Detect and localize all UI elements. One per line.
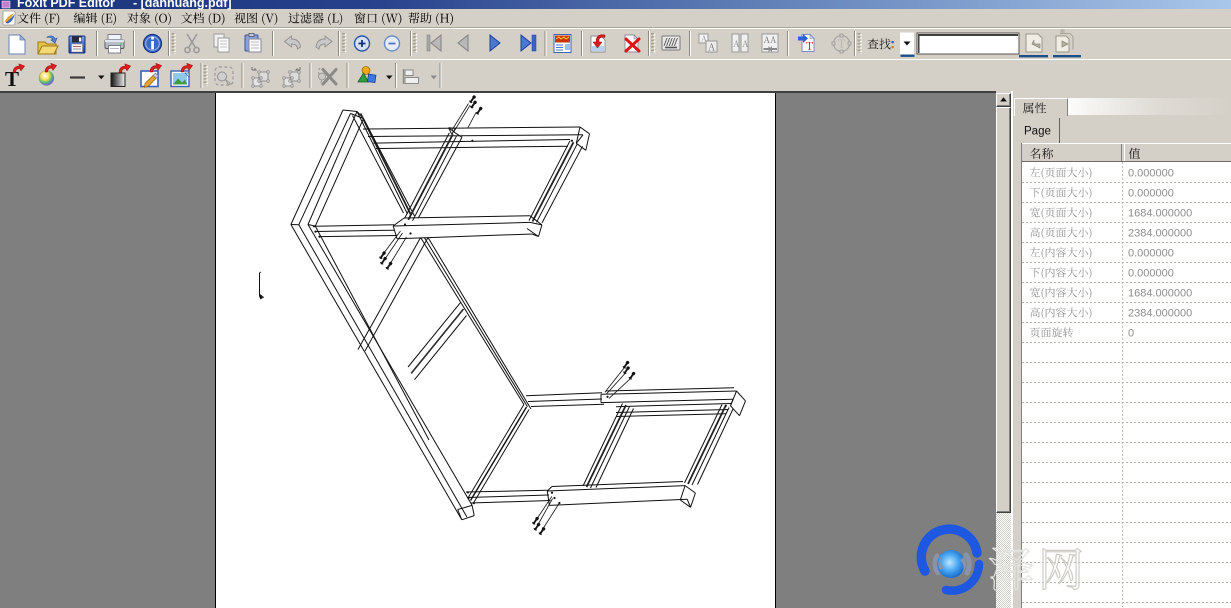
- svg-text:1684.000000: 1684.000000: [1128, 208, 1192, 220]
- svg-text:0.000000: 0.000000: [1128, 248, 1174, 260]
- svg-text:2384.000000: 2384.000000: [1128, 228, 1192, 240]
- svg-text:0.000000: 0.000000: [1128, 168, 1174, 180]
- svg-text:0.000000: 0.000000: [1128, 188, 1174, 200]
- svg-text:0.000000: 0.000000: [1128, 268, 1174, 280]
- svg-text:2384.000000: 2384.000000: [1128, 308, 1192, 320]
- svg-text:Page: Page: [1024, 126, 1051, 138]
- svg-text:1684.000000: 1684.000000: [1128, 288, 1192, 300]
- svg-text:0: 0: [1128, 328, 1134, 340]
